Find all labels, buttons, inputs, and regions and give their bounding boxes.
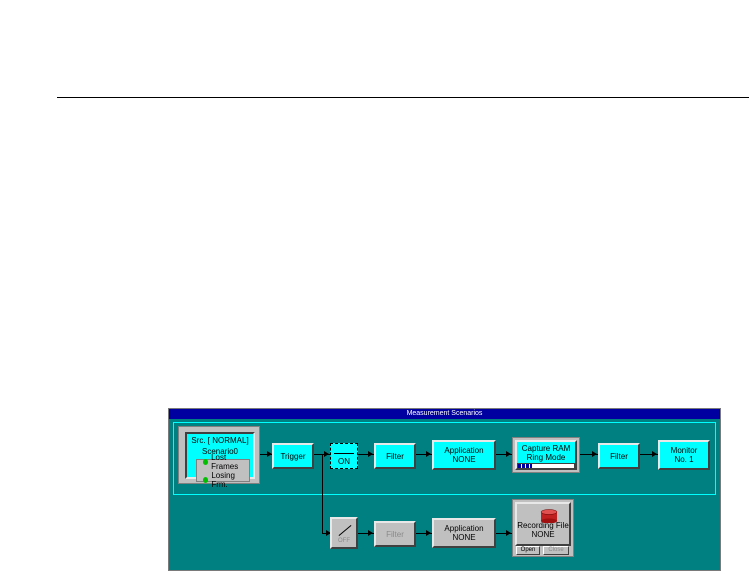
application-bottom-block[interactable]: Application NONE — [432, 518, 496, 548]
database-icon — [540, 509, 558, 523]
trigger-block[interactable]: Trigger — [272, 443, 314, 469]
filter-bottom-label: Filter — [386, 529, 404, 539]
monitor-label: Monitor — [670, 446, 698, 455]
horizontal-rule — [57, 97, 749, 98]
monitor-block[interactable]: Monitor No. 1 — [658, 440, 710, 470]
status-lamp-icon — [203, 476, 209, 483]
open-button[interactable]: Open — [516, 546, 540, 555]
measurement-scenarios-window: Measurement Scenarios Src. [ NORMAL] Sce… — [168, 408, 721, 571]
trigger-label: Trigger — [280, 451, 306, 461]
source-block[interactable]: Src. [ NORMAL] Scenario0 Lost Frames Los… — [178, 426, 260, 489]
filter2-label: Filter — [610, 451, 628, 461]
recording-file-block[interactable]: Recording File NONE Open Close — [512, 499, 574, 557]
close-button[interactable]: Close — [543, 546, 569, 555]
application-label: Application — [444, 446, 484, 455]
status-losing-frames: Losing Frm. — [211, 470, 235, 489]
status-lost-frames: Lost Frames — [211, 452, 239, 471]
application-bottom-label: Application — [444, 524, 484, 533]
application-value: NONE — [452, 455, 476, 464]
capture-progress-bar — [517, 463, 575, 469]
switch-on-label: ON — [338, 456, 350, 466]
application-block[interactable]: Application NONE — [432, 440, 496, 470]
status-lamp-icon — [203, 458, 209, 465]
filter-bottom-block[interactable]: Filter — [374, 521, 416, 547]
source-status-panel: Lost Frames Losing Frm. — [196, 453, 250, 489]
capture-label: Capture RAM — [521, 444, 571, 453]
switch-off-block[interactable]: OFF — [330, 517, 358, 549]
capture-mode: Ring Mode — [526, 453, 566, 462]
capture-ram-block[interactable]: Capture RAM Ring Mode — [512, 437, 580, 473]
filter-label: Filter — [386, 451, 404, 461]
window-title: Measurement Scenarios — [169, 409, 720, 419]
monitor-number: No. 1 — [674, 455, 694, 464]
filter-block[interactable]: Filter — [374, 443, 416, 469]
switch-on-block[interactable]: ON — [330, 443, 358, 469]
recording-value: NONE — [531, 530, 555, 539]
application-bottom-value: NONE — [452, 533, 476, 542]
switch-off-label: OFF — [338, 537, 350, 544]
source-title: Src. [ NORMAL] — [191, 436, 249, 445]
filter2-block[interactable]: Filter — [598, 443, 640, 469]
